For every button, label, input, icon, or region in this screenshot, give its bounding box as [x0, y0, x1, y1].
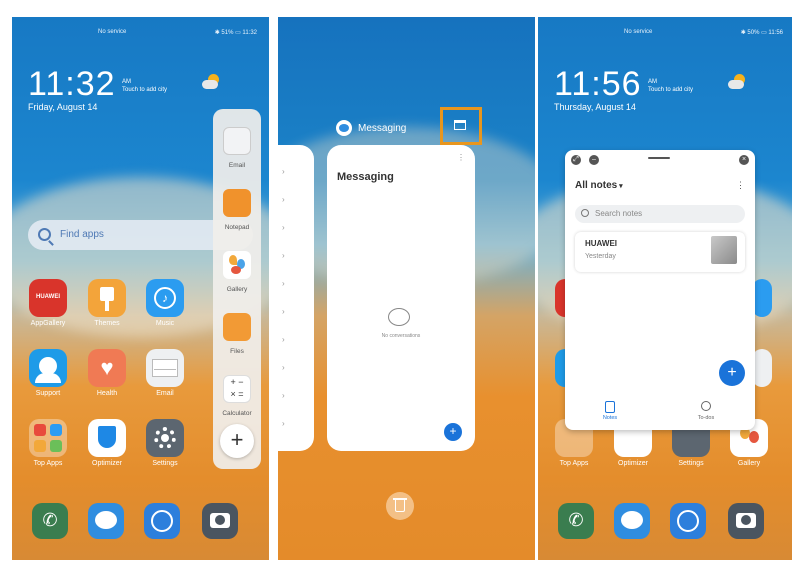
sidebar-label-gallery: Gallery: [226, 286, 248, 293]
calculator-icon[interactable]: + − × =: [223, 375, 251, 403]
messaging-app-icon: [336, 120, 352, 136]
sidebar-label-files: Files: [230, 348, 244, 355]
note-item-time: Yesterday: [585, 253, 616, 260]
appgallery-logo-text: HUAWEI: [36, 294, 60, 300]
status-indicators: ✱ 51% ▭ 11:32: [214, 30, 257, 36]
app-label-themes: Themes: [94, 320, 120, 327]
music-icon[interactable]: ♪: [146, 279, 184, 317]
phone-screen-recents: Messaging › › › › › › › › › › Messaging ⋮ No …: [278, 17, 535, 560]
app-label-music: Music: [155, 320, 175, 327]
app-label-settings: Settings: [152, 460, 178, 467]
tab-todos[interactable]: To-dos: [691, 415, 721, 421]
clock-ampm: AM: [122, 79, 131, 85]
status-carrier: No service: [624, 29, 653, 35]
floating-window-icon[interactable]: [454, 120, 466, 130]
email-icon[interactable]: [223, 127, 251, 155]
app-label-optimizer: Optimizer: [618, 460, 648, 467]
recent-card-previous[interactable]: › › › › › › › › › ›: [278, 145, 314, 451]
smart-multiwindow-sidebar[interactable]: Email Notepad Gallery Files + − × = Calcu…: [213, 109, 261, 469]
city-hint[interactable]: Touch to add city: [648, 87, 693, 93]
app-label-appgallery: AppGallery: [30, 320, 66, 327]
camera-icon[interactable]: [202, 503, 238, 539]
note-item-title: HUAWEI: [585, 239, 617, 248]
floating-notepad-window[interactable]: ⤢ – × All notes ▾ ⋮ Search notes HUAWEI …: [565, 150, 755, 430]
notepad-icon[interactable]: [223, 189, 251, 217]
app-label-health: Health: [96, 390, 118, 397]
find-apps-placeholder: Find apps: [60, 229, 104, 240]
folder-icon[interactable]: [29, 419, 67, 457]
clock-ampm: AM: [648, 79, 657, 85]
phone-screen-home-sidebar: No service ✱ 51% ▭ 11:32 11:32 AM Touch …: [12, 17, 269, 560]
email-icon[interactable]: [752, 349, 772, 387]
close-button[interactable]: ×: [739, 155, 749, 165]
app-label-support: Support: [35, 390, 61, 397]
weather-icon[interactable]: [728, 74, 748, 90]
appgallery-icon[interactable]: HUAWEI: [29, 279, 67, 317]
messaging-icon[interactable]: [88, 503, 124, 539]
app-label-settings: Settings: [678, 460, 704, 467]
more-options-icon[interactable]: ⋮: [457, 153, 465, 162]
note-thumbnail: [711, 236, 737, 264]
clear-all-button[interactable]: [386, 492, 414, 520]
empty-state-text: No conversations: [381, 333, 421, 339]
compose-button[interactable]: +: [444, 423, 462, 441]
minimize-button[interactable]: –: [589, 155, 599, 165]
app-label-top-apps: Top Apps: [33, 460, 63, 467]
clock-date: Thursday, August 14: [554, 102, 636, 112]
todo-tab-icon[interactable]: [701, 401, 711, 411]
weather-icon[interactable]: [202, 74, 222, 90]
app-label-gallery: Gallery: [737, 460, 761, 467]
clock-time: 11:32: [28, 65, 116, 103]
status-indicators: ✱ 50% ▭ 11:56: [740, 30, 783, 36]
app-label-optimizer: Optimizer: [92, 460, 122, 467]
optimizer-icon[interactable]: [88, 419, 126, 457]
conversation-empty-icon: [388, 308, 410, 326]
app-label-email: Email: [156, 390, 174, 397]
recent-card-messaging[interactable]: Messaging ⋮ No conversations +: [327, 145, 475, 451]
messaging-icon[interactable]: [614, 503, 650, 539]
health-icon[interactable]: ♥: [88, 349, 126, 387]
music-icon[interactable]: [752, 279, 772, 317]
search-icon: [38, 228, 51, 241]
clock-time: 11:56: [554, 65, 642, 103]
add-app-button[interactable]: +: [220, 424, 254, 458]
trash-icon: [395, 500, 405, 512]
more-options-icon[interactable]: ⋮: [736, 180, 745, 191]
city-hint[interactable]: Touch to add city: [122, 87, 167, 93]
gallery-icon[interactable]: [223, 251, 251, 279]
browser-icon[interactable]: [670, 503, 706, 539]
support-icon[interactable]: [29, 349, 67, 387]
search-icon: [581, 209, 589, 217]
tab-notes[interactable]: Notes: [595, 415, 625, 421]
recent-app-title: Messaging: [358, 123, 407, 134]
search-notes-input[interactable]: Search notes: [575, 205, 745, 223]
card-title: Messaging: [337, 171, 394, 183]
notes-tab-icon[interactable]: [605, 401, 615, 413]
phone-icon[interactable]: ✆: [558, 503, 594, 539]
sidebar-label-calculator: Calculator: [222, 410, 252, 417]
sidebar-label-email: Email: [228, 162, 246, 169]
search-placeholder: Search notes: [595, 209, 643, 218]
notes-header-label: All notes: [575, 180, 618, 191]
new-note-button[interactable]: +: [719, 360, 745, 386]
settings-icon[interactable]: [146, 419, 184, 457]
app-label-top-apps: Top Apps: [559, 460, 589, 467]
sidebar-label-notepad: Notepad: [224, 224, 250, 231]
phone-icon[interactable]: ✆: [32, 503, 68, 539]
drag-handle[interactable]: [648, 157, 670, 159]
fullscreen-button[interactable]: ⤢: [571, 155, 581, 165]
note-item[interactable]: HUAWEI Yesterday: [575, 232, 745, 272]
browser-icon[interactable]: [144, 503, 180, 539]
files-icon[interactable]: [223, 313, 251, 341]
themes-icon[interactable]: [88, 279, 126, 317]
notes-header[interactable]: All notes ▾: [575, 180, 623, 191]
phone-screen-floating-window: No service ✱ 50% ▭ 11:56 11:56 AM Touch …: [538, 17, 792, 560]
clock-date: Friday, August 14: [28, 102, 98, 112]
email-icon[interactable]: [146, 349, 184, 387]
camera-icon[interactable]: [728, 503, 764, 539]
status-carrier: No service: [98, 29, 127, 35]
